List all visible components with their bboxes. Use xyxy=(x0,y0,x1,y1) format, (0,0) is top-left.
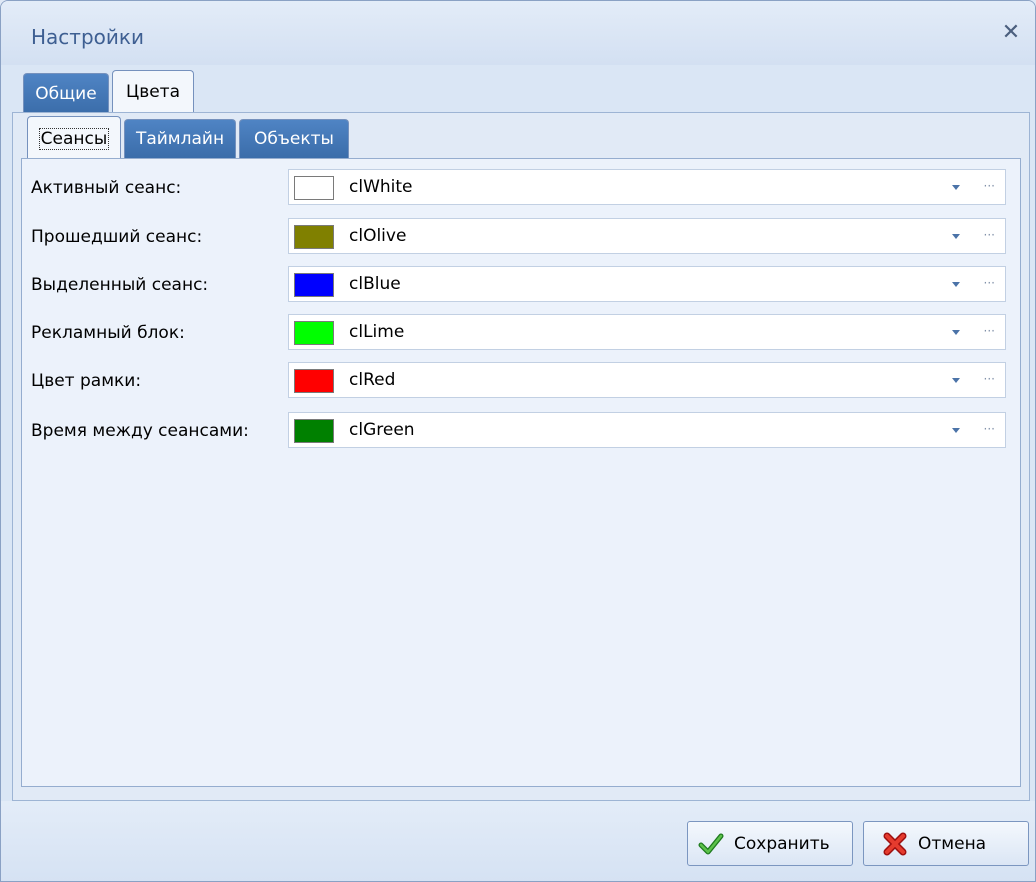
subtab-objects[interactable]: Объекты xyxy=(239,119,349,159)
tab-colors[interactable]: Цвета xyxy=(112,70,194,113)
tab-general[interactable]: Общие xyxy=(23,73,109,115)
save-button[interactable]: Сохранить xyxy=(687,821,853,866)
between-sessions-color-combo[interactable]: clGreen ··· xyxy=(288,412,1006,448)
tab-general-label: Общие xyxy=(35,84,97,104)
color-swatch xyxy=(294,225,334,249)
past-session-label: Прошедший сеанс: xyxy=(31,227,203,247)
between-sessions-label: Время между сеансами: xyxy=(31,421,249,441)
chevron-down-icon[interactable] xyxy=(952,185,960,190)
ellipsis-icon[interactable]: ··· xyxy=(984,274,995,292)
color-value: clLime xyxy=(349,322,405,342)
settings-dialog: Настройки ✕ Общие Цвета Сеансы Таймлайн … xyxy=(0,0,1036,882)
ellipsis-icon[interactable]: ··· xyxy=(984,420,995,438)
past-session-color-combo[interactable]: clOlive ··· xyxy=(288,218,1006,254)
cancel-button-label: Отмена xyxy=(918,834,987,854)
frame-color-label: Цвет рамки: xyxy=(31,371,142,391)
frame-color-combo[interactable]: clRed ··· xyxy=(288,362,1006,398)
color-value: clWhite xyxy=(349,177,413,197)
chevron-down-icon[interactable] xyxy=(952,330,960,335)
color-swatch xyxy=(294,419,334,443)
active-session-color-combo[interactable]: clWhite ··· xyxy=(288,169,1006,205)
ad-block-label: Рекламный блок: xyxy=(31,323,185,343)
color-swatch xyxy=(294,273,334,297)
subtab-timeline[interactable]: Таймлайн xyxy=(124,119,236,159)
cancel-button[interactable]: Отмена xyxy=(863,821,1029,866)
ellipsis-icon[interactable]: ··· xyxy=(984,370,995,388)
title-bar: Настройки ✕ xyxy=(1,1,1035,65)
color-value: clOlive xyxy=(349,226,407,246)
color-value: clRed xyxy=(349,370,396,390)
close-icon[interactable]: ✕ xyxy=(999,22,1023,46)
selected-session-color-combo[interactable]: clBlue ··· xyxy=(288,266,1006,302)
active-session-label: Активный сеанс: xyxy=(31,178,182,198)
tab-colors-label: Цвета xyxy=(126,82,180,102)
chevron-down-icon[interactable] xyxy=(952,428,960,433)
window-title: Настройки xyxy=(31,25,144,49)
save-button-label: Сохранить xyxy=(734,834,830,854)
ellipsis-icon[interactable]: ··· xyxy=(984,177,995,195)
checkmark-icon xyxy=(698,833,724,855)
color-value: clGreen xyxy=(349,420,415,440)
chevron-down-icon[interactable] xyxy=(952,234,960,239)
subtab-sessions[interactable]: Сеансы xyxy=(27,116,121,160)
color-swatch xyxy=(294,369,334,393)
color-swatch xyxy=(294,321,334,345)
subtab-sessions-label: Сеансы xyxy=(38,128,110,150)
ellipsis-icon[interactable]: ··· xyxy=(984,322,995,340)
selected-session-label: Выделенный сеанс: xyxy=(31,275,209,295)
ellipsis-icon[interactable]: ··· xyxy=(984,226,995,244)
color-value: clBlue xyxy=(349,274,401,294)
ad-block-color-combo[interactable]: clLime ··· xyxy=(288,314,1006,350)
chevron-down-icon[interactable] xyxy=(952,282,960,287)
red-x-icon xyxy=(883,832,907,856)
chevron-down-icon[interactable] xyxy=(952,378,960,383)
subtab-objects-label: Объекты xyxy=(254,129,334,149)
color-swatch xyxy=(294,176,334,200)
subtab-timeline-label: Таймлайн xyxy=(135,129,225,149)
